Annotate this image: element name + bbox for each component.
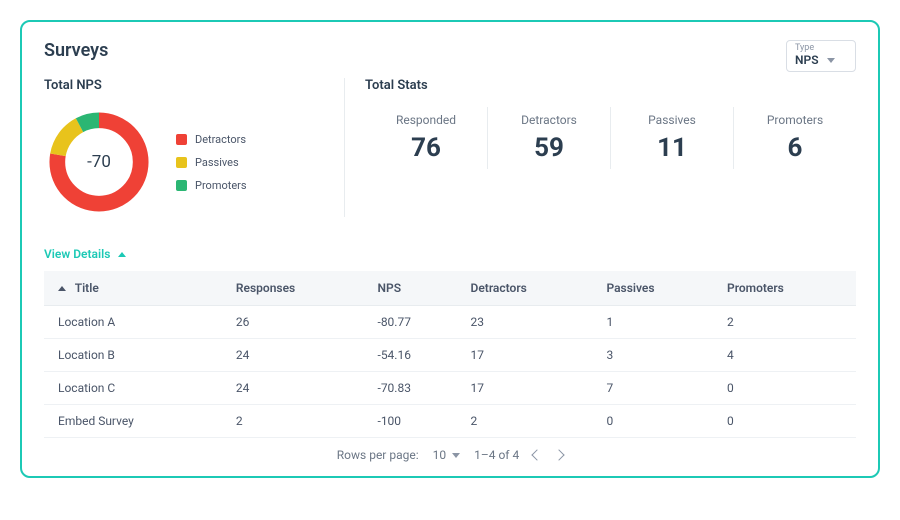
stat-label: Passives bbox=[615, 113, 729, 127]
nps-legend: Detractors Passives Promoters bbox=[176, 133, 247, 192]
rows-per-page-select[interactable]: 10 bbox=[433, 448, 461, 462]
cell-title: Location A bbox=[44, 306, 228, 339]
page-next-button[interactable] bbox=[554, 449, 565, 460]
legend-item-promoters: Promoters bbox=[176, 179, 247, 192]
cell-promoters: 0 bbox=[719, 372, 856, 405]
table-row[interactable]: Location C24-70.831770 bbox=[44, 372, 856, 405]
stat-promoters: Promoters 6 bbox=[734, 107, 856, 169]
total-nps-panel: Total NPS -70 Detractors bbox=[44, 78, 344, 217]
cell-detractors: 23 bbox=[463, 306, 599, 339]
table-row[interactable]: Location B24-54.161734 bbox=[44, 339, 856, 372]
cell-promoters: 2 bbox=[719, 306, 856, 339]
nps-donut-chart: -70 bbox=[44, 107, 154, 217]
stat-value: 59 bbox=[492, 133, 606, 163]
cell-responses: 24 bbox=[228, 372, 370, 405]
stat-responded: Responded 76 bbox=[365, 107, 488, 169]
col-header-nps[interactable]: NPS bbox=[370, 271, 463, 306]
stat-value: 6 bbox=[738, 133, 852, 163]
pagination-range: 1–4 of 4 bbox=[474, 448, 519, 462]
sort-asc-icon bbox=[58, 286, 66, 291]
total-nps-title: Total NPS bbox=[44, 78, 334, 93]
cell-detractors: 17 bbox=[463, 372, 599, 405]
stat-value: 76 bbox=[369, 133, 483, 163]
swatch-icon bbox=[176, 157, 187, 168]
total-stats-panel: Total Stats Responded 76 Detractors 59 P… bbox=[344, 78, 856, 217]
col-header-detractors[interactable]: Detractors bbox=[463, 271, 599, 306]
rows-per-page-label: Rows per page: bbox=[337, 448, 419, 462]
legend-label: Promoters bbox=[195, 179, 247, 192]
page-prev-button[interactable] bbox=[532, 449, 543, 460]
cell-promoters: 4 bbox=[719, 339, 856, 372]
cell-nps: -100 bbox=[370, 405, 463, 438]
cell-detractors: 17 bbox=[463, 339, 599, 372]
table-row[interactable]: Location A26-80.772312 bbox=[44, 306, 856, 339]
legend-label: Passives bbox=[195, 156, 239, 169]
cell-responses: 26 bbox=[228, 306, 370, 339]
view-details-toggle[interactable]: View Details bbox=[44, 247, 126, 261]
pagination: Rows per page: 10 1–4 of 4 bbox=[44, 438, 856, 464]
stat-label: Promoters bbox=[738, 113, 852, 127]
cell-passives: 3 bbox=[598, 339, 719, 372]
chevron-down-icon bbox=[827, 58, 835, 63]
col-header-promoters[interactable]: Promoters bbox=[719, 271, 856, 306]
swatch-icon bbox=[176, 134, 187, 145]
col-header-title[interactable]: Title bbox=[44, 271, 228, 306]
survey-table: Title Responses NPS Detractors Passives … bbox=[44, 271, 856, 438]
stat-value: 11 bbox=[615, 133, 729, 163]
chevron-down-icon bbox=[452, 453, 460, 458]
cell-title: Location B bbox=[44, 339, 228, 372]
cell-responses: 24 bbox=[228, 339, 370, 372]
nps-score: -70 bbox=[44, 107, 154, 217]
stat-label: Responded bbox=[369, 113, 483, 127]
table-header-row: Title Responses NPS Detractors Passives … bbox=[44, 271, 856, 306]
cell-responses: 2 bbox=[228, 405, 370, 438]
card-header: Surveys Type NPS bbox=[44, 40, 856, 72]
table-row[interactable]: Embed Survey2-100200 bbox=[44, 405, 856, 438]
col-header-label: Title bbox=[75, 281, 99, 295]
cell-nps: -70.83 bbox=[370, 372, 463, 405]
cell-title: Location C bbox=[44, 372, 228, 405]
cell-detractors: 2 bbox=[463, 405, 599, 438]
cell-passives: 7 bbox=[598, 372, 719, 405]
stat-passives: Passives 11 bbox=[611, 107, 734, 169]
legend-item-passives: Passives bbox=[176, 156, 247, 169]
col-header-responses[interactable]: Responses bbox=[228, 271, 370, 306]
surveys-card: Surveys Type NPS Total NPS -70 bbox=[20, 20, 880, 478]
cell-nps: -54.16 bbox=[370, 339, 463, 372]
cell-passives: 1 bbox=[598, 306, 719, 339]
type-select-label: Type bbox=[795, 43, 849, 53]
swatch-icon bbox=[176, 180, 187, 191]
total-stats-title: Total Stats bbox=[365, 78, 856, 93]
chevron-up-icon bbox=[118, 252, 126, 257]
cell-passives: 0 bbox=[598, 405, 719, 438]
stat-detractors: Detractors 59 bbox=[488, 107, 611, 169]
stat-label: Detractors bbox=[492, 113, 606, 127]
cell-title: Embed Survey bbox=[44, 405, 228, 438]
rows-per-page-value: 10 bbox=[433, 448, 447, 462]
legend-label: Detractors bbox=[195, 133, 246, 146]
page-title: Surveys bbox=[44, 40, 108, 61]
col-header-passives[interactable]: Passives bbox=[598, 271, 719, 306]
view-details-label: View Details bbox=[44, 247, 110, 261]
type-select-value: NPS bbox=[795, 53, 819, 67]
cell-promoters: 0 bbox=[719, 405, 856, 438]
legend-item-detractors: Detractors bbox=[176, 133, 247, 146]
type-select[interactable]: Type NPS bbox=[786, 40, 856, 72]
cell-nps: -80.77 bbox=[370, 306, 463, 339]
